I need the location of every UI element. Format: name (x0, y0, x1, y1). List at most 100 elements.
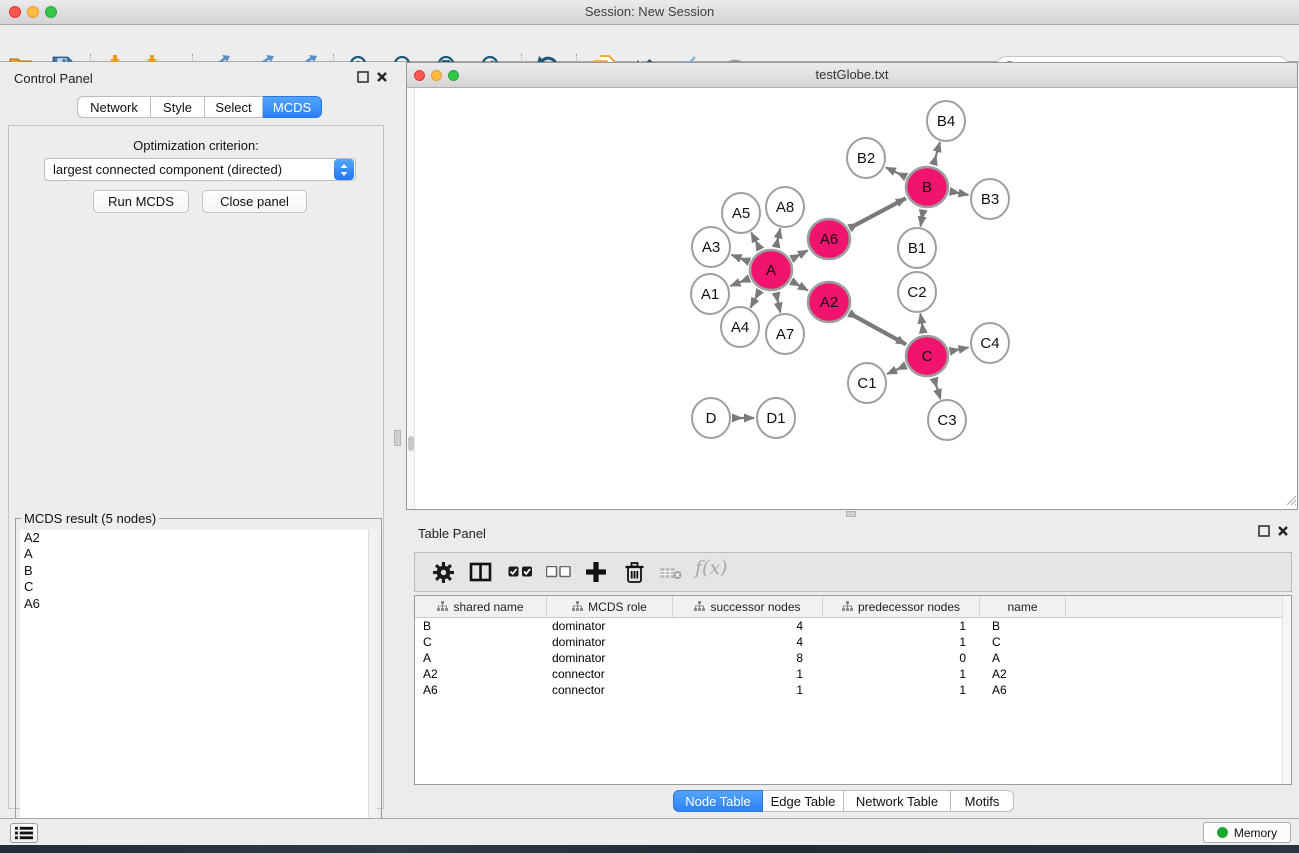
close-window-button[interactable] (9, 6, 21, 18)
column-header-shared-name[interactable]: shared name (415, 596, 547, 617)
column-label: predecessor nodes (858, 600, 960, 614)
node-A5[interactable]: A5 (722, 193, 760, 233)
close-panel-button[interactable]: Close panel (202, 190, 307, 213)
table-row[interactable]: A2connector11A2 (415, 666, 1291, 682)
node-A6[interactable]: A6 (808, 219, 850, 259)
node-B3[interactable]: B3 (971, 179, 1009, 219)
tab-mcds[interactable]: MCDS (263, 96, 322, 118)
table-scrollbar[interactable] (1282, 596, 1291, 784)
tab-style[interactable]: Style (151, 96, 205, 118)
scrollbar-thumb[interactable] (408, 436, 414, 451)
column-header-successor-nodes[interactable]: successor nodes (673, 596, 823, 617)
edge-A6-B[interactable] (849, 198, 905, 228)
criterion-dropdown[interactable]: largest connected component (directed) (44, 158, 356, 181)
edge-A-A5[interactable] (751, 232, 760, 249)
node-D1[interactable]: D1 (757, 398, 795, 438)
edge-B-B3[interactable] (950, 191, 969, 195)
tab-select[interactable]: Select (205, 96, 263, 118)
table-cell: C (980, 634, 1066, 650)
columns-icon[interactable] (469, 562, 492, 585)
edge-C-C1[interactable] (887, 365, 906, 374)
node-A1[interactable]: A1 (691, 274, 729, 314)
network-window-titlebar: testGlobe.txt (407, 63, 1297, 88)
network-graph[interactable]: B4 B2 B B3 A5A8A6 B1 A3 A C2 A1 A2 A4A7 C4 C C1 C3 D D1 (407, 88, 1297, 509)
node-B[interactable]: B (906, 167, 948, 207)
select-all-checkboxes-icon[interactable] (508, 566, 533, 581)
task-history-button[interactable] (10, 823, 38, 843)
maximize-window-button[interactable] (448, 70, 459, 81)
edge-C-C3[interactable] (934, 378, 941, 399)
node-C3[interactable]: C3 (928, 400, 966, 440)
float-panel-icon[interactable] (1258, 525, 1271, 538)
close-window-button[interactable] (414, 70, 425, 81)
maximize-window-button[interactable] (45, 6, 57, 18)
node-A[interactable]: A (750, 250, 792, 290)
mcds-result-list[interactable]: A2ABCA6 (20, 530, 377, 853)
node-C[interactable]: C (906, 336, 948, 376)
edge-B-B2[interactable] (886, 167, 906, 177)
close-panel-icon[interactable] (376, 71, 389, 84)
divider-handle[interactable] (394, 430, 401, 446)
memory-button[interactable]: Memory (1203, 822, 1291, 843)
result-scrollbar[interactable] (368, 530, 377, 853)
edge-A-A3[interactable] (732, 255, 750, 262)
table-body: Bdominator41BCdominator41CAdominator80AA… (415, 618, 1291, 698)
node-A7[interactable]: A7 (766, 314, 804, 354)
tab-edge-table[interactable]: Edge Table (763, 790, 844, 812)
minimize-window-button[interactable] (431, 70, 442, 81)
gear-icon[interactable] (432, 561, 455, 587)
result-item[interactable]: A6 (20, 596, 377, 612)
node-D[interactable]: D (692, 398, 730, 438)
node-A4[interactable]: A4 (721, 307, 759, 347)
table-row[interactable]: A6connector11A6 (415, 682, 1291, 698)
node-A3[interactable]: A3 (692, 227, 730, 267)
tab-node-table[interactable]: Node Table (673, 790, 763, 812)
edge-C-C2[interactable] (920, 314, 923, 334)
edge-A-A6[interactable] (791, 250, 808, 259)
edge-A-A4[interactable] (751, 290, 761, 307)
delete-column-icon[interactable] (624, 561, 645, 587)
table-row[interactable]: Cdominator41C (415, 634, 1291, 650)
edge-A2-C[interactable] (849, 313, 906, 344)
run-mcds-button[interactable]: Run MCDS (93, 190, 189, 213)
node-C1[interactable]: C1 (848, 363, 886, 403)
node-B4[interactable]: B4 (927, 101, 965, 141)
edge-B-B1[interactable] (921, 210, 924, 227)
network-canvas[interactable]: B4 B2 B B3 A5A8A6 B1 A3 A C2 A1 A2 A4A7 C4 C C1 C3 D D1 (407, 88, 1297, 509)
node-C2[interactable]: C2 (898, 272, 936, 312)
resize-grip-icon[interactable] (1284, 493, 1296, 508)
edge-A-A2[interactable] (791, 281, 808, 290)
close-panel-icon[interactable] (1277, 525, 1290, 538)
column-header-MCDS-role[interactable]: MCDS role (547, 596, 673, 617)
edge-A-A8[interactable] (776, 228, 780, 247)
tab-network-table[interactable]: Network Table (844, 790, 951, 812)
edge-B-B4[interactable] (933, 142, 940, 165)
node-A2[interactable]: A2 (808, 282, 850, 322)
result-item[interactable]: B (20, 563, 377, 579)
network-vertical-scrollbar[interactable] (407, 88, 415, 509)
node-B1[interactable]: B1 (898, 228, 936, 268)
minimize-window-button[interactable] (27, 6, 39, 18)
node-C4[interactable]: C4 (971, 323, 1009, 363)
node-A8[interactable]: A8 (766, 187, 804, 227)
column-header-name[interactable]: name (980, 596, 1066, 617)
table-row[interactable]: Adominator80A (415, 650, 1291, 666)
add-column-icon[interactable] (585, 561, 607, 586)
horizontal-split-divider[interactable] (406, 510, 1299, 519)
column-header-predecessor-nodes[interactable]: predecessor nodes (823, 596, 980, 617)
result-item[interactable]: C (20, 579, 377, 595)
result-item[interactable]: A2 (20, 530, 377, 546)
tab-motifs[interactable]: Motifs (951, 790, 1014, 812)
list-icon (15, 826, 33, 840)
deselect-all-checkboxes-icon[interactable] (546, 566, 571, 581)
tab-network[interactable]: Network (77, 96, 151, 118)
edge-C-C4[interactable] (950, 347, 969, 351)
divider-handle[interactable] (846, 511, 856, 517)
edge-A-A7[interactable] (776, 292, 780, 312)
result-item[interactable]: A (20, 546, 377, 562)
table-cell: 8 (673, 650, 823, 666)
edge-A-A1[interactable] (730, 278, 749, 286)
table-row[interactable]: Bdominator41B (415, 618, 1291, 634)
float-panel-icon[interactable] (357, 71, 370, 84)
node-B2[interactable]: B2 (847, 138, 885, 178)
